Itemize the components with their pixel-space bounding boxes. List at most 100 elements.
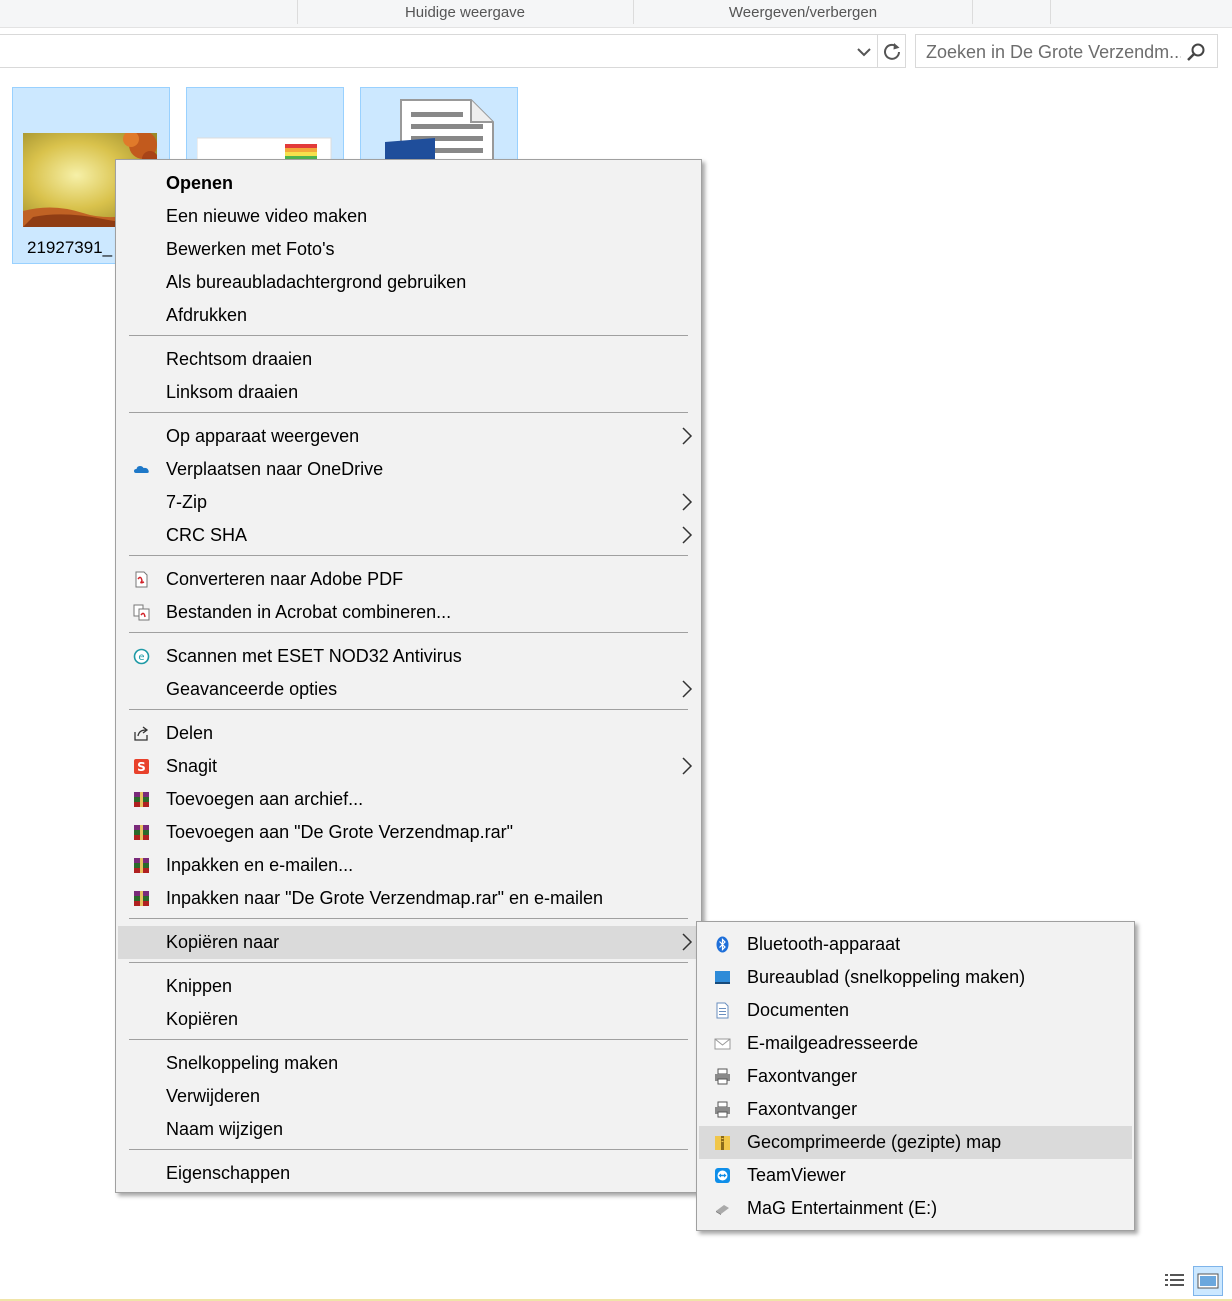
menu-item-converteren-naar-adobe-pdf[interactable]: Converteren naar Adobe PDF (118, 563, 699, 596)
refresh-button[interactable] (877, 35, 906, 67)
chevron-right-icon (681, 679, 693, 699)
menu-item-snagit[interactable]: S Snagit (118, 750, 699, 783)
ribbon-separator (1050, 0, 1051, 24)
menu-item-label: 7-Zip (166, 492, 208, 512)
search-icon[interactable] (1186, 42, 1206, 62)
menu-item-als-bureaubladachtergrond-gebruiken[interactable]: Als bureaubladachtergrond gebruiken (118, 266, 699, 299)
share-icon (133, 725, 150, 742)
eset-icon: e (133, 648, 150, 665)
menu-item-rechtsom-draaien[interactable]: Rechtsom draaien (118, 343, 699, 376)
winrar-icon (133, 857, 150, 874)
menu-item-snelkoppeling-maken[interactable]: Snelkoppeling maken (118, 1047, 699, 1080)
menu-item-label: Bewerken met Foto's (166, 239, 335, 259)
menu-item-linksom-draaien[interactable]: Linksom draaien (118, 376, 699, 409)
large-icons-view-button[interactable] (1193, 1266, 1223, 1296)
menu-item-label: Documenten (747, 1000, 850, 1020)
menu-item-inpakken-en-e-mailen[interactable]: Inpakken en e-mailen... (118, 849, 699, 882)
menu-separator (129, 709, 688, 710)
drive-icon (714, 1200, 731, 1217)
menu-item-label: Naam wijzigen (166, 1119, 284, 1139)
menu-item-scannen-met-eset-nod32-antivirus[interactable]: e Scannen met ESET NOD32 Antivirus (118, 640, 699, 673)
ribbon-group-show-hide: Weergeven/verbergen (728, 4, 878, 21)
menu-item-knippen[interactable]: Knippen (118, 970, 699, 1003)
menu-item-een-nieuwe-video-maken[interactable]: Een nieuwe video maken (118, 200, 699, 233)
menu-item-naam-wijzigen[interactable]: Naam wijzigen (118, 1113, 699, 1146)
menu-item-verwijderen[interactable]: Verwijderen (118, 1080, 699, 1113)
adobe-pdf-icon (133, 571, 150, 588)
menu-item-bestanden-in-acrobat-combineren[interactable]: Bestanden in Acrobat combineren... (118, 596, 699, 629)
menu-item-label: Toevoegen aan archief... (166, 789, 364, 809)
menu-item-afdrukken[interactable]: Afdrukken (118, 299, 699, 332)
winrar-icon (133, 890, 150, 907)
menu-item-eigenschappen[interactable]: Eigenschappen (118, 1157, 699, 1190)
menu-item-toevoegen-aan-de-grote-verzendmap-rar[interactable]: Toevoegen aan "De Grote Verzendmap.rar" (118, 816, 699, 849)
menu-item-label: Rechtsom draaien (166, 349, 313, 369)
menu-item-label: Als bureaubladachtergrond gebruiken (166, 272, 467, 292)
mail-icon (714, 1035, 731, 1052)
menu-item-documenten[interactable]: Documenten (699, 994, 1132, 1027)
menu-item-label: Verplaatsen naar OneDrive (166, 459, 384, 479)
menu-separator (129, 1039, 688, 1040)
search-input[interactable] (924, 39, 1183, 65)
menu-item-kopi-ren[interactable]: Kopiëren (118, 1003, 699, 1036)
menu-item-label: Bluetooth-apparaat (747, 934, 901, 954)
menu-item-verplaatsen-naar-onedrive[interactable]: Verplaatsen naar OneDrive (118, 453, 699, 486)
svg-text:e: e (138, 652, 144, 663)
menu-item-openen[interactable]: Openen (118, 167, 699, 200)
menu-item-label: Bestanden in Acrobat combineren... (166, 602, 452, 622)
search-box[interactable] (915, 34, 1218, 68)
menu-separator (129, 335, 688, 336)
menu-item-delen[interactable]: Delen (118, 717, 699, 750)
menu-item-geavanceerde-opties[interactable]: Geavanceerde opties (118, 673, 699, 706)
menu-item-label: Converteren naar Adobe PDF (166, 569, 404, 589)
menu-item-e-mailgeadresseerde[interactable]: E-mailgeadresseerde (699, 1027, 1132, 1060)
menu-separator (129, 1149, 688, 1150)
menu-item-label: Kopiëren (166, 1009, 239, 1029)
menu-item-bureaublad-snelkoppeling-maken[interactable]: Bureaublad (snelkoppeling maken) (699, 961, 1132, 994)
menu-item-faxontvanger[interactable]: Faxontvanger (699, 1093, 1132, 1126)
ribbon-group-current-view: Huidige weergave (404, 4, 526, 21)
menu-item-label: Geavanceerde opties (166, 679, 338, 699)
menu-item-7-zip[interactable]: 7-Zip (118, 486, 699, 519)
menu-item-label: Snagit (166, 756, 218, 776)
menu-item-op-apparaat-weergeven[interactable]: Op apparaat weergeven (118, 420, 699, 453)
send-to-submenu: Bluetooth-apparaat Bureaublad (snelkoppel… (696, 921, 1135, 1231)
winrar-icon (133, 791, 150, 808)
menu-item-kopi-ren-naar[interactable]: Kopiëren naar (118, 926, 699, 959)
menu-item-bewerken-met-foto-s[interactable]: Bewerken met Foto's (118, 233, 699, 266)
bluetooth-icon (714, 936, 731, 953)
chevron-down-icon[interactable] (853, 41, 875, 63)
menu-separator (129, 632, 688, 633)
menu-item-label: Toevoegen aan "De Grote Verzendmap.rar" (166, 822, 513, 842)
fax-icon (714, 1068, 731, 1085)
menu-item-faxontvanger[interactable]: Faxontvanger (699, 1060, 1132, 1093)
menu-item-toevoegen-aan-archief[interactable]: Toevoegen aan archief... (118, 783, 699, 816)
menu-item-label: Knippen (166, 976, 233, 996)
menu-item-bluetooth-apparaat[interactable]: Bluetooth-apparaat (699, 928, 1132, 961)
ribbon-group-bar: Huidige weergave Weergeven/verbergen (0, 0, 1232, 28)
desktop-icon (714, 969, 731, 986)
menu-item-gecomprimeerde-gezipte-map[interactable]: Gecomprimeerde (gezipte) map (699, 1126, 1132, 1159)
context-menu: Openen Een nieuwe video maken Bewerken met… (115, 159, 702, 1193)
menu-item-label: Inpakken en e-mailen... (166, 855, 354, 875)
menu-item-inpakken-naar-de-grote-verzendmap-rar-en-e-mailen[interactable]: Inpakken naar "De Grote Verzendmap.rar" … (118, 882, 699, 915)
acrobat-combine-icon (133, 604, 150, 621)
details-view-button[interactable] (1160, 1266, 1190, 1296)
teamviewer-icon (714, 1167, 731, 1184)
menu-item-label: Eigenschappen (166, 1163, 291, 1183)
menu-item-label: Linksom draaien (166, 382, 299, 402)
chevron-right-icon (681, 426, 693, 446)
menu-item-label: Afdrukken (166, 305, 248, 325)
menu-item-mag-entertainment-e[interactable]: MaG Entertainment (E:) (699, 1192, 1132, 1225)
address-bar[interactable] (0, 34, 906, 68)
menu-separator (129, 918, 688, 919)
menu-separator (129, 555, 688, 556)
menu-item-teamviewer[interactable]: TeamViewer (699, 1159, 1132, 1192)
zip-folder-icon (714, 1134, 731, 1151)
documents-icon (714, 1002, 731, 1019)
document-icon (385, 99, 494, 160)
ribbon-separator (297, 0, 298, 24)
snagit-icon: S (133, 758, 150, 775)
menu-item-crc-sha[interactable]: CRC SHA (118, 519, 699, 552)
ribbon-separator (972, 0, 973, 24)
